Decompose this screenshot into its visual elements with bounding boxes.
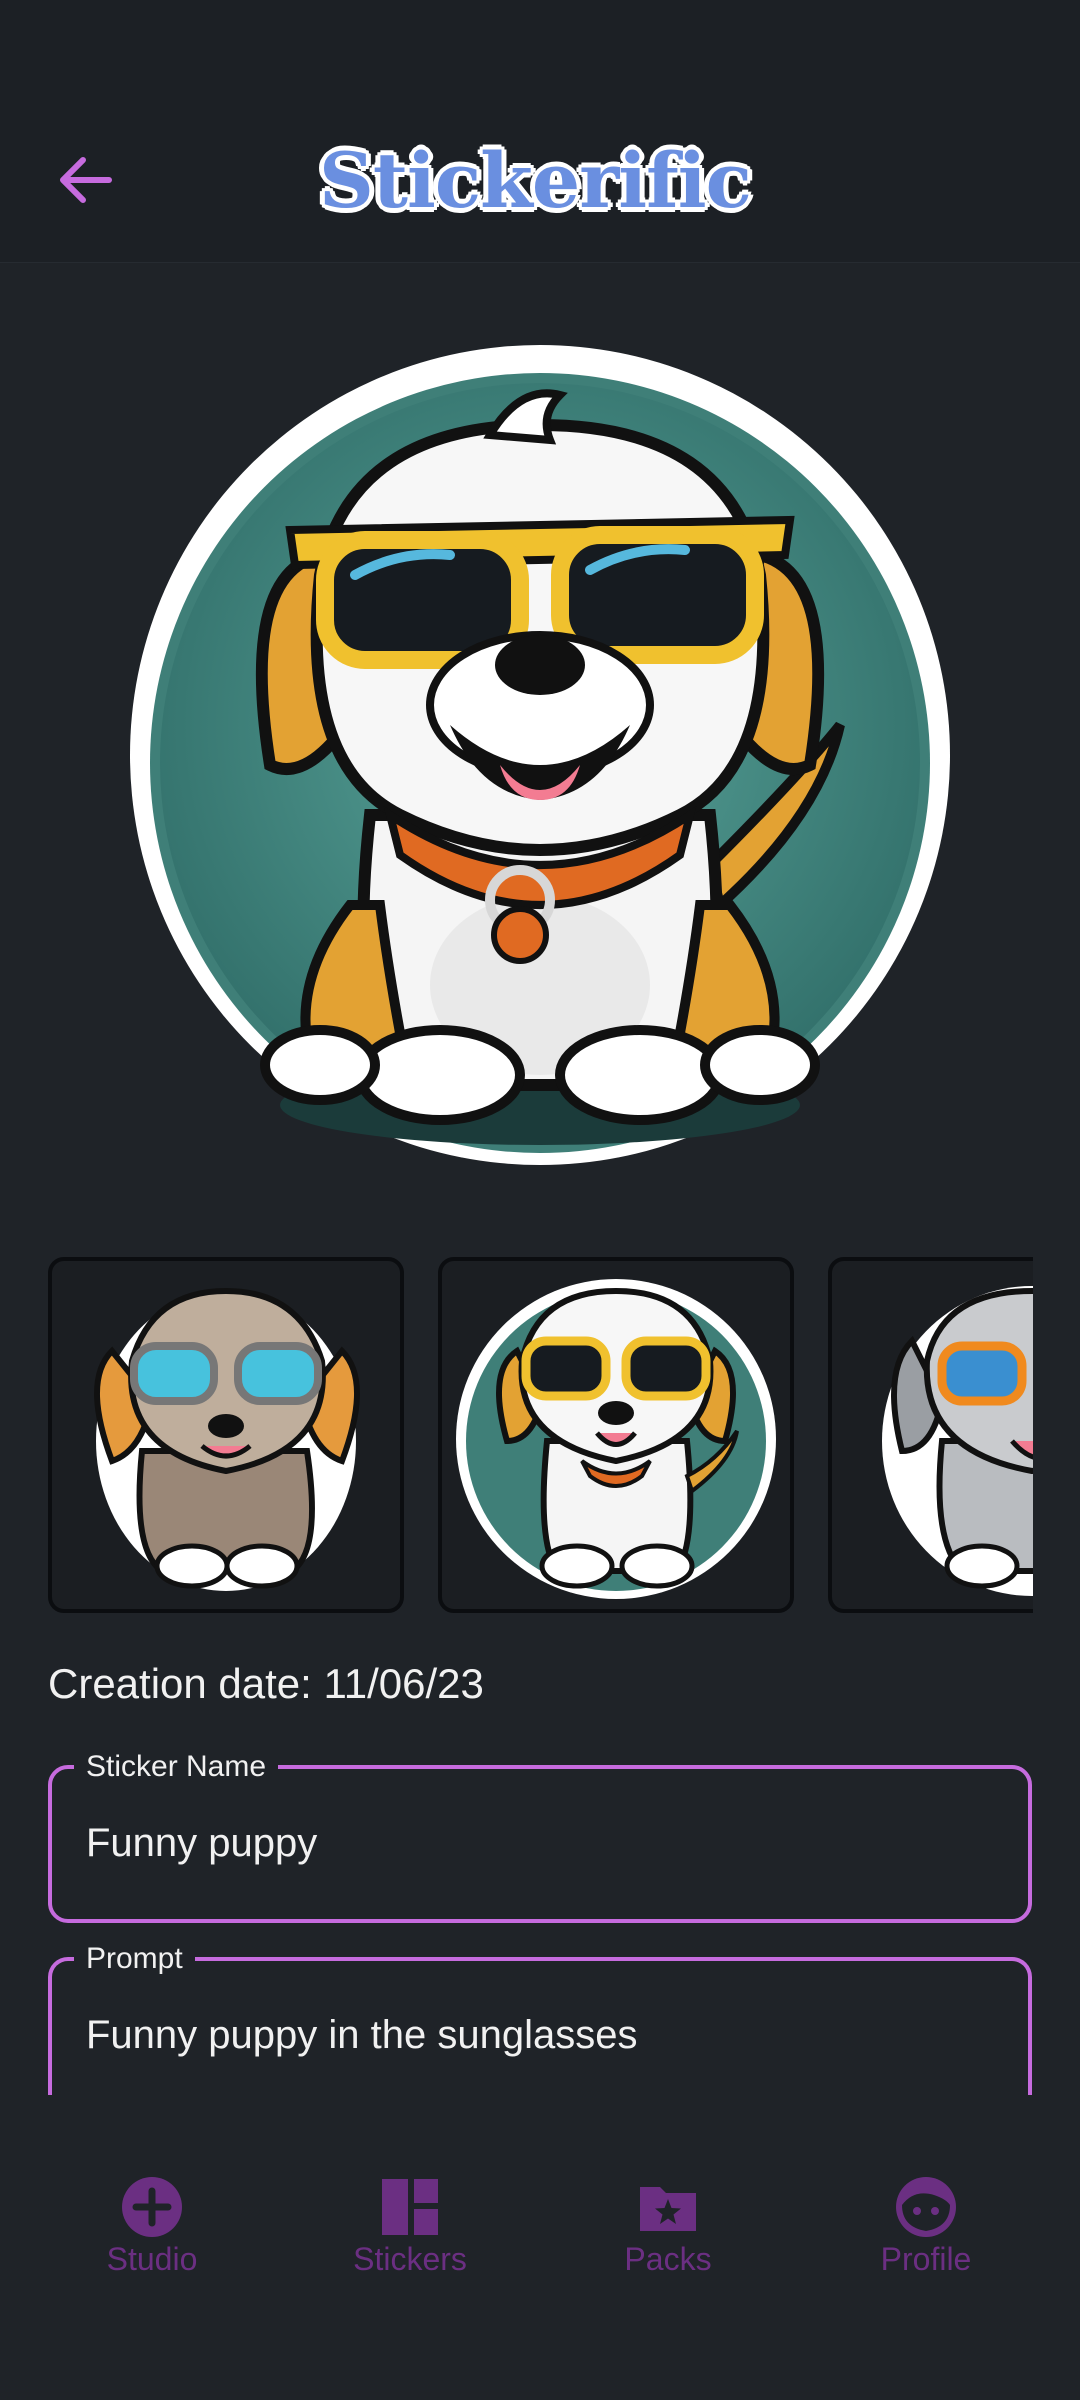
nav-packs[interactable]: Packs — [548, 2175, 788, 2305]
thumbnail-1[interactable] — [48, 1257, 404, 1613]
sticker-name-field[interactable]: Sticker Name Funny puppy — [48, 1747, 1032, 1923]
sticker-preview — [120, 345, 960, 1165]
puppy-orange-glasses-image — [882, 1286, 1033, 1596]
puppy-yellow-glasses-image — [456, 1279, 776, 1599]
prompt-label: Prompt — [74, 1939, 195, 1979]
folder-star-icon — [640, 2187, 696, 2231]
nav-profile[interactable]: Profile — [806, 2175, 1046, 2305]
creation-date: Creation date: 11/06/23 — [48, 1660, 484, 1707]
back-button[interactable] — [40, 140, 130, 220]
nav-studio[interactable]: Studio — [32, 2175, 272, 2305]
puppy-sticker-image — [130, 345, 950, 1165]
dashboard-icon — [382, 2179, 438, 2235]
prompt-input[interactable]: Funny puppy in the sunglasses — [86, 2013, 637, 2058]
app-logo: Stickerific — [318, 132, 754, 228]
thumbnail-2[interactable] — [438, 1257, 794, 1613]
nav-packs-label: Packs — [624, 2241, 712, 2277]
prompt-field[interactable]: Prompt Funny puppy in the sunglasses — [48, 1939, 1032, 2097]
puppy-blue-glasses-image — [94, 1287, 360, 1591]
thumbnail-3[interactable] — [828, 1257, 1033, 1613]
bottom-navigation: Studio Stickers Packs Profile — [0, 2095, 1080, 2400]
nav-profile-label: Profile — [880, 2241, 972, 2277]
sticker-detail-screen: Stickerific Creation date: 11/06/23 Stic… — [0, 0, 1080, 2400]
face-icon — [896, 2177, 956, 2237]
nav-stickers-label: Stickers — [353, 2241, 467, 2277]
top-app-bar: Stickerific — [0, 0, 1080, 263]
arrow-left-icon — [60, 157, 112, 203]
nav-stickers[interactable]: Stickers — [290, 2175, 530, 2305]
sticker-name-input[interactable]: Funny puppy — [86, 1821, 317, 1866]
sticker-name-label: Sticker Name — [74, 1747, 279, 1787]
plus-circle-icon — [122, 2177, 182, 2237]
variant-thumbnails — [48, 1257, 1033, 1617]
app-title: Stickerific — [318, 134, 754, 226]
nav-studio-label: Studio — [106, 2241, 198, 2277]
